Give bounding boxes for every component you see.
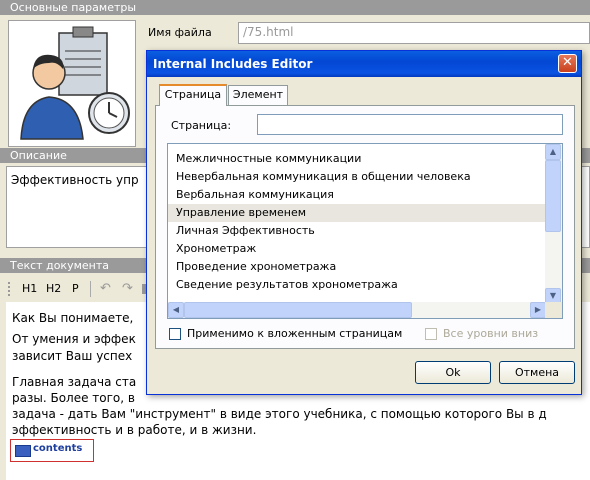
page-input[interactable] bbox=[257, 114, 563, 135]
tab-element[interactable]: Элемент bbox=[228, 85, 288, 105]
list-item-selected[interactable]: Управление временем bbox=[168, 204, 548, 222]
doc-line: задача - дать Вам "инструмент" в виде эт… bbox=[12, 407, 547, 421]
dialog-titlebar[interactable]: Internal Includes Editor bbox=[147, 51, 581, 77]
scroll-thumb[interactable] bbox=[545, 160, 561, 232]
hscroll-thumb[interactable] bbox=[184, 302, 412, 318]
horizontal-scrollbar[interactable]: ◀ ▶ bbox=[168, 302, 546, 318]
list-item[interactable]: Вербальная коммуникация bbox=[168, 186, 548, 204]
person-clock-icon bbox=[20, 26, 130, 140]
scroll-left-icon[interactable]: ◀ bbox=[168, 302, 184, 318]
include-icon bbox=[15, 445, 31, 457]
undo-icon[interactable]: ↶ bbox=[100, 281, 111, 296]
toolbar-separator bbox=[90, 281, 91, 297]
document-avatar-image bbox=[8, 20, 136, 147]
list-item-partial bbox=[176, 143, 546, 144]
contents-label: contents bbox=[33, 443, 83, 454]
list-item[interactable]: Сведение результатов хронометража bbox=[168, 276, 548, 294]
filename-label: Имя файла bbox=[148, 26, 212, 39]
all-levels-checkbox[interactable] bbox=[425, 328, 437, 340]
dialog-title: Internal Includes Editor bbox=[153, 57, 313, 71]
doc-line: эффективность и в работе, и в жизни. bbox=[12, 423, 257, 437]
tab-page[interactable]: Страница bbox=[159, 84, 227, 106]
scroll-corner bbox=[545, 302, 562, 318]
vertical-scrollbar[interactable]: ▲ ▼ bbox=[545, 144, 562, 304]
paragraph-button[interactable]: P bbox=[72, 282, 79, 295]
h2-button[interactable]: H2 bbox=[46, 282, 61, 295]
list-item[interactable]: Невербальная коммуникация в общении чело… bbox=[168, 168, 548, 186]
page-list[interactable]: Межличностные коммуникации Невербальная … bbox=[167, 143, 563, 319]
h1-button[interactable]: H1 bbox=[22, 282, 37, 295]
scroll-right-icon[interactable]: ▶ bbox=[530, 302, 546, 318]
filename-input[interactable]: /75.html bbox=[238, 22, 590, 44]
scroll-up-icon[interactable]: ▲ bbox=[545, 144, 561, 160]
toolbar-grip bbox=[8, 282, 14, 296]
list-item[interactable]: Межличностные коммуникации bbox=[168, 150, 548, 168]
redo-icon[interactable]: ↷ bbox=[122, 281, 133, 296]
list-item[interactable]: Личная Эффективность bbox=[168, 222, 548, 240]
cancel-button[interactable]: Отмена bbox=[499, 361, 575, 384]
internal-includes-dialog: Internal Includes Editor ✕ Страница Элем… bbox=[146, 50, 582, 395]
ok-button[interactable]: Ok bbox=[415, 361, 491, 384]
description-text: Эффективность упр bbox=[11, 173, 139, 187]
list-item[interactable]: Хронометраж bbox=[168, 240, 548, 258]
all-levels-label: Все уровни вниз bbox=[443, 327, 539, 340]
nested-pages-label: Применимо к вложенным страницам bbox=[187, 327, 403, 340]
nested-pages-checkbox[interactable] bbox=[169, 328, 181, 340]
close-button[interactable]: ✕ bbox=[558, 54, 577, 73]
editor-toolbar: H1 H2 P ↶ ↷ bbox=[8, 278, 148, 300]
basic-params-header: Основные параметры bbox=[0, 0, 590, 15]
close-icon: ✕ bbox=[562, 55, 573, 70]
list-item[interactable]: Проведение хронометража bbox=[168, 258, 548, 276]
contents-include-block[interactable]: contents bbox=[10, 439, 94, 462]
page-label: Страница: bbox=[171, 119, 232, 132]
